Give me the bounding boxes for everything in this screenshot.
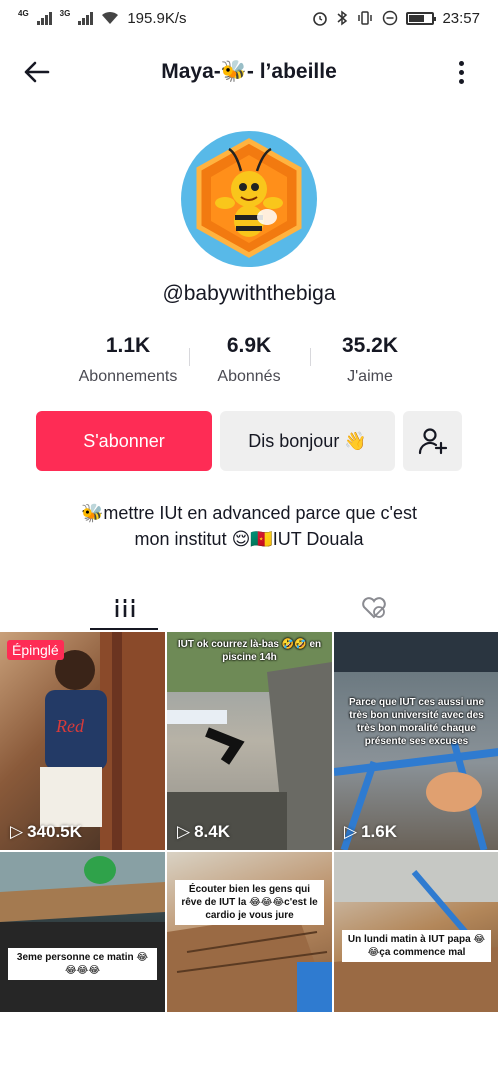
signal-icon-2 [78,11,94,25]
video-frame-image [167,912,332,1012]
view-count: 1.6K [361,822,397,841]
arrow-left-icon [24,61,50,83]
video-views: ▷ 8.4K [177,822,230,842]
network-type-2: 3G [59,8,71,18]
bee-avatar-image [196,138,302,258]
view-count: 8.4K [194,822,230,841]
video-frame-image: Red [40,632,165,850]
say-hello-button[interactable]: Dis bonjour 👋 [220,411,395,471]
video-caption: Écouter bien les gens qui rêve de IUT la… [175,880,324,925]
tab-liked[interactable] [249,584,498,632]
video-caption: Parce que IUT ces aussi une très bon uni… [348,697,485,747]
video-views: ▷ 1.6K [344,822,397,842]
grid-icon [114,599,135,617]
video-frame-image [0,852,165,1012]
stat-followers[interactable]: 6.9K Abonnés [184,334,314,386]
bio-line-2: mon institut 😌🇨🇲IUT Douala [134,529,364,549]
video-thumbnail[interactable]: Écouter bien les gens qui rêve de IUT la… [167,852,332,1012]
profile-stats: 1.1K Abonnements 6.9K Abonnés 35.2K J'ai… [0,334,498,394]
profile-header: Maya-🐝- l’abeille [0,44,498,100]
do-not-disturb-icon [383,10,398,26]
status-right: 23:57 [312,10,480,27]
more-options-button[interactable] [446,56,476,88]
back-button[interactable] [18,56,54,88]
stat-following-value: 1.1K [105,334,151,357]
header-title: Maya-🐝- l’abeille [161,60,337,83]
status-left: 4G 3G 195.9K/s [18,8,187,27]
stat-likes-value: 35.2K [341,334,399,357]
vertical-dots-icon [458,60,464,66]
video-thumbnail[interactable]: Red Épinglé ▷ 340.5K [0,632,165,850]
network-speed: 195.9K/s [127,9,187,27]
video-caption: Un lundi matin à IUT papa 😂 😂ça commence… [342,930,491,962]
avatar[interactable] [181,131,317,267]
stat-followers-label: Abonnés [217,368,281,385]
video-caption: IUT ok courrez là-bas 🤣🤣 en piscine 14h [177,639,322,663]
stat-following-label: Abonnements [78,368,178,385]
pinned-badge: Épinglé [7,640,64,660]
add-user-button[interactable] [403,411,462,471]
video-views: ▷ 340.5K [10,822,82,842]
vibrate-icon [358,11,373,25]
bluetooth-icon [337,10,348,26]
stat-likes: 35.2K J'aime [305,334,435,386]
video-thumbnail[interactable]: IUT ok courrez là-bas 🤣🤣 en piscine 14h … [167,632,332,850]
svg-text:Red: Red [55,716,85,736]
alarm-icon [313,12,328,26]
video-caption: 3eme personne ce matin 😂 😂😂😂 [8,948,157,980]
play-icon: ▷ [10,822,24,841]
profile-username: @babywiththebiga [162,282,336,305]
video-thumbnail[interactable]: Un lundi matin à IUT papa 😂 😂ça commence… [334,852,498,1012]
video-thumbnail[interactable]: Parce que IUT ces aussi une très bon uni… [334,632,498,850]
bio-line-1: 🐝mettre IUt en advanced parce que c'est [80,503,418,523]
profile-bio: 🐝mettre IUt en advanced parce que c'est … [40,500,458,552]
status-bar: 4G 3G 195.9K/s 23:57 [0,0,498,36]
wifi-icon [102,11,119,24]
battery-icon [406,11,437,25]
clock: 23:57 [442,9,480,27]
tab-videos[interactable] [0,584,249,632]
profile-tabs [0,584,498,632]
view-count: 340.5K [27,822,82,841]
liked-hidden-icon [361,597,386,619]
play-icon: ▷ [177,822,191,841]
active-tab-indicator [90,628,158,630]
add-user-icon [418,428,447,455]
network-type-1: 4G [18,8,29,18]
play-icon: ▷ [344,822,358,841]
signal-icon [36,11,52,25]
follow-button[interactable]: S'abonner [36,411,212,471]
video-frame-image [167,632,332,850]
stat-likes-label: J'aime [347,368,393,385]
video-thumbnail[interactable]: 3eme personne ce matin 😂 😂😂😂 [0,852,165,1012]
stat-followers-value: 6.9K [226,334,272,357]
stat-following[interactable]: 1.1K Abonnements [63,334,193,386]
